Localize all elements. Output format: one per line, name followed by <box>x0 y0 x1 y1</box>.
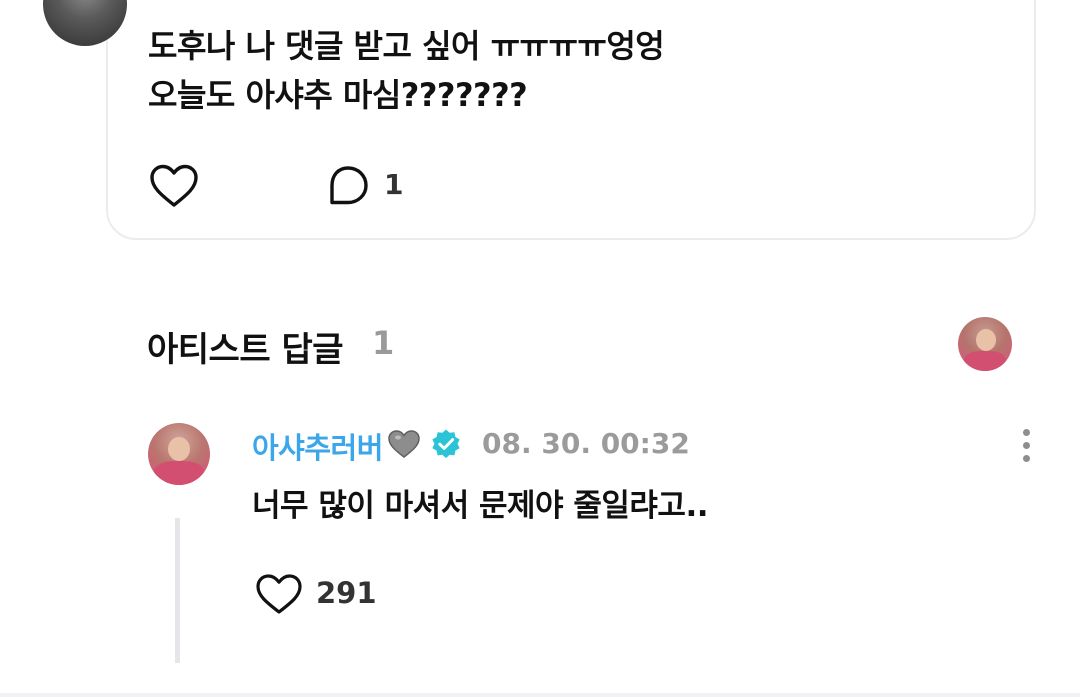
bottom-divider <box>0 693 1080 697</box>
post-text-line-2: 오늘도 아샤추 마심??????? <box>148 76 528 114</box>
reply-text: 너무 많이 마셔서 문제야 줄일랴고.. <box>252 488 709 524</box>
heart-outline-icon <box>256 574 302 614</box>
reply-timestamp: 08. 30. 00:32 <box>482 427 690 460</box>
reply-author-avatar[interactable] <box>148 423 210 485</box>
post-comment-count: 1 <box>384 168 404 201</box>
heart-outline-icon <box>150 164 198 207</box>
post-more-icon[interactable] <box>970 0 1000 2</box>
artist-avatar[interactable] <box>958 317 1012 371</box>
reply-author-name[interactable]: 아샤추러버 <box>252 425 383 467</box>
reply-like-button[interactable] <box>254 572 304 616</box>
post-like-button[interactable] <box>148 162 200 210</box>
artist-replies-title: 아티스트 답글 <box>147 330 344 370</box>
verified-badge-icon <box>432 429 460 459</box>
post-comment-button[interactable] <box>326 164 370 208</box>
grey-heart-icon <box>388 430 420 458</box>
reply-like-count: 291 <box>316 576 377 610</box>
thread-line <box>175 518 180 663</box>
post-body: 도후나 나 댓글 받고 싶어 ㅠㅠㅠㅠ엉엉 오늘도 아샤추 마심??????? <box>148 22 665 120</box>
comment-bubble-icon <box>330 166 368 205</box>
reply-more-icon[interactable] <box>1012 427 1040 463</box>
artist-replies-count: 1 <box>372 324 395 362</box>
post-text-line-1: 도후나 나 댓글 받고 싶어 ㅠㅠㅠㅠ엉엉 <box>148 27 665 65</box>
